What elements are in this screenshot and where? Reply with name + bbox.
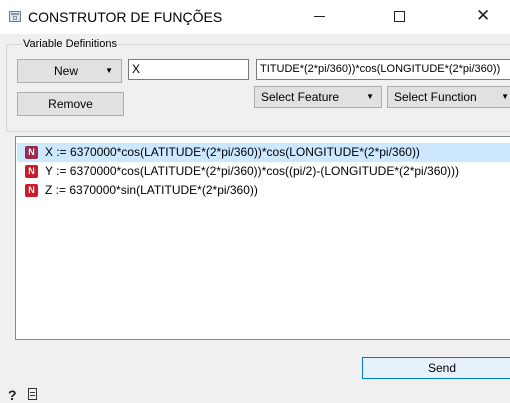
variable-badge-icon: N: [25, 165, 38, 178]
select-function-dropdown[interactable]: Select Function ▼: [387, 86, 510, 108]
chevron-down-icon: ▼: [366, 92, 374, 101]
variable-definitions-label: Variable Definitions: [22, 37, 118, 51]
list-item[interactable]: N Z := 6370000*sin(LATITUDE*(2*pi/360)): [17, 181, 510, 200]
maximize-icon: [394, 11, 405, 22]
variable-badge-icon: N: [25, 184, 38, 197]
variable-name-input[interactable]: X: [128, 59, 249, 80]
remove-button[interactable]: Remove: [17, 92, 124, 116]
select-function-label: Select Function: [394, 90, 477, 104]
definition-text: X := 6370000*cos(LATITUDE*(2*pi/360))*co…: [45, 145, 420, 159]
document-icon[interactable]: [28, 388, 37, 400]
definition-text: Z := 6370000*sin(LATITUDE*(2*pi/360)): [45, 183, 258, 197]
window-title: CONSTRUTOR DE FUNÇÕES: [28, 9, 223, 25]
close-icon: ✕: [476, 6, 491, 25]
new-button-label: New: [54, 64, 79, 78]
variable-badge-icon: N: [25, 146, 38, 159]
list-item[interactable]: N Y := 6370000*cos(LATITUDE*(2*pi/360))*…: [17, 162, 510, 181]
list-item[interactable]: N X := 6370000*cos(LATITUDE*(2*pi/360))*…: [17, 143, 510, 162]
minimize-button[interactable]: [297, 0, 343, 34]
new-button[interactable]: New ▼: [17, 59, 122, 83]
chevron-down-icon: ▼: [501, 92, 509, 101]
maximize-button[interactable]: [377, 0, 423, 34]
app-window-icon: [9, 11, 21, 22]
select-feature-label: Select Feature: [261, 90, 340, 104]
minimize-icon: [314, 16, 325, 17]
expression-input[interactable]: TITUDE*(2*pi/360))*cos(LONGITUDE*(2*pi/3…: [256, 59, 510, 80]
definition-text: Y := 6370000*cos(LATITUDE*(2*pi/360))*co…: [45, 164, 460, 178]
title-bar: CONSTRUTOR DE FUNÇÕES ✕: [0, 0, 510, 34]
chevron-down-icon: ▼: [105, 66, 113, 75]
definitions-list[interactable]: N X := 6370000*cos(LATITUDE*(2*pi/360))*…: [15, 136, 510, 340]
select-feature-dropdown[interactable]: Select Feature ▼: [254, 86, 382, 108]
close-button[interactable]: ✕: [464, 0, 510, 34]
send-button[interactable]: Send: [362, 357, 510, 379]
help-icon[interactable]: ?: [8, 387, 17, 403]
